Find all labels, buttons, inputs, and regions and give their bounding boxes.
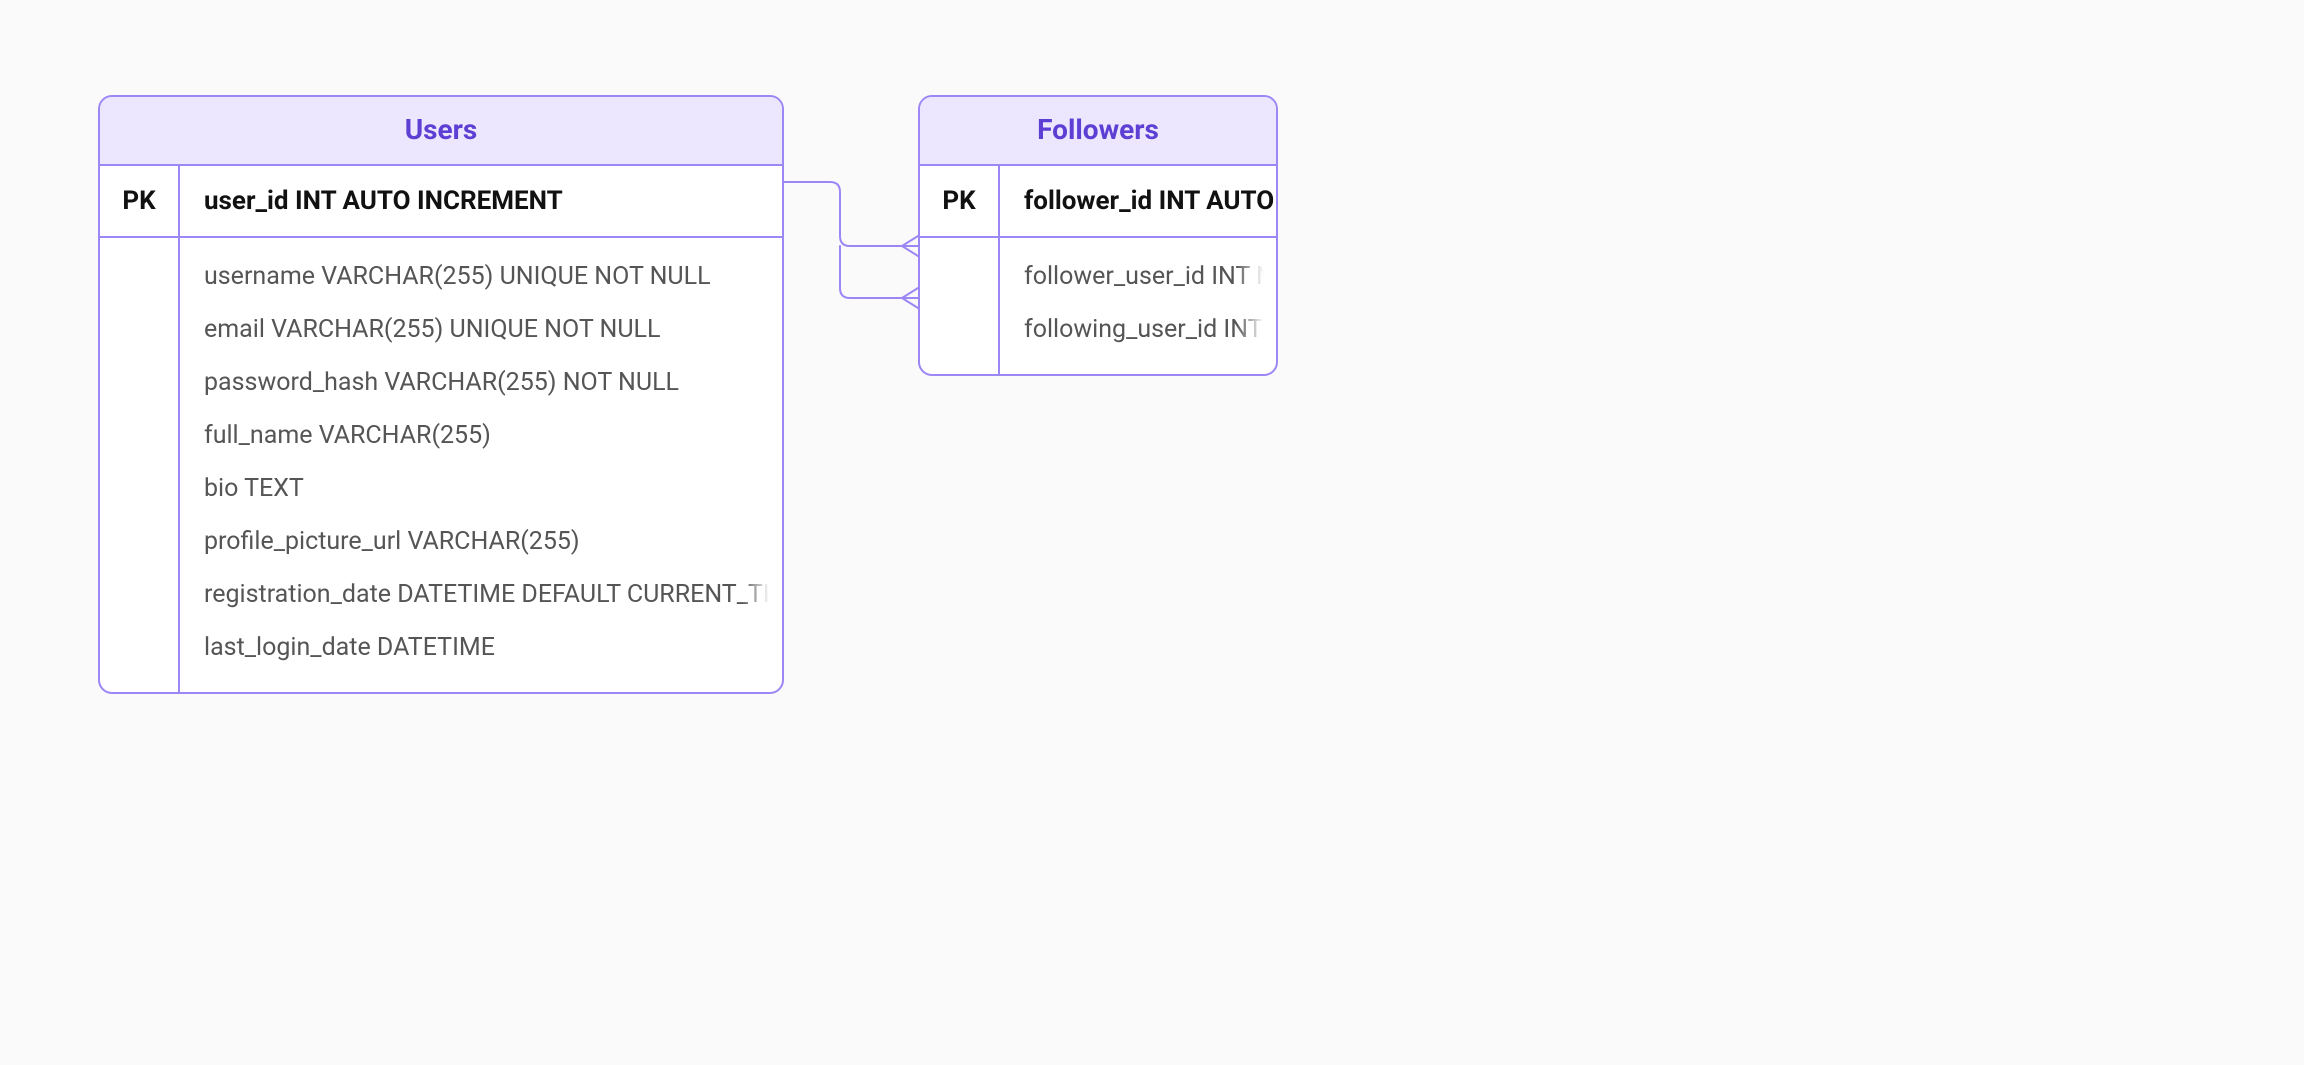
users-pk-label: PK bbox=[100, 166, 178, 238]
followers-field: following_user_id INT NOT NULL bbox=[1000, 303, 1276, 356]
users-field: profile_picture_url VARCHAR(255) bbox=[180, 515, 782, 568]
followers-pk-field: follower_id INT AUTO INCREMENT bbox=[1000, 166, 1276, 238]
followers-pk-label: PK bbox=[920, 166, 998, 238]
users-field: full_name VARCHAR(255) bbox=[180, 409, 782, 462]
users-field: bio TEXT bbox=[180, 462, 782, 515]
entity-followers[interactable]: Followers PK follower_id INT AUTO INCREM… bbox=[918, 95, 1278, 376]
relationship-connector bbox=[784, 170, 918, 320]
users-field: username VARCHAR(255) UNIQUE NOT NULL bbox=[180, 250, 782, 303]
entity-followers-title: Followers bbox=[920, 97, 1276, 166]
users-pk-field: user_id INT AUTO INCREMENT bbox=[180, 166, 782, 238]
users-field: last_login_date DATETIME bbox=[180, 621, 782, 674]
users-field: password_hash VARCHAR(255) NOT NULL bbox=[180, 356, 782, 409]
er-diagram-canvas: Users PK user_id INT AUTO INCREMENT user… bbox=[0, 0, 2304, 1065]
users-fields: username VARCHAR(255) UNIQUE NOT NULL em… bbox=[180, 238, 782, 692]
followers-fields: follower_user_id INT NOT NULL following_… bbox=[1000, 238, 1276, 374]
users-field: registration_date DATETIME DEFAULT CURRE… bbox=[180, 568, 782, 621]
entity-users[interactable]: Users PK user_id INT AUTO INCREMENT user… bbox=[98, 95, 784, 694]
users-field: email VARCHAR(255) UNIQUE NOT NULL bbox=[180, 303, 782, 356]
followers-field: follower_user_id INT NOT NULL bbox=[1000, 250, 1276, 303]
entity-users-title: Users bbox=[100, 97, 782, 166]
